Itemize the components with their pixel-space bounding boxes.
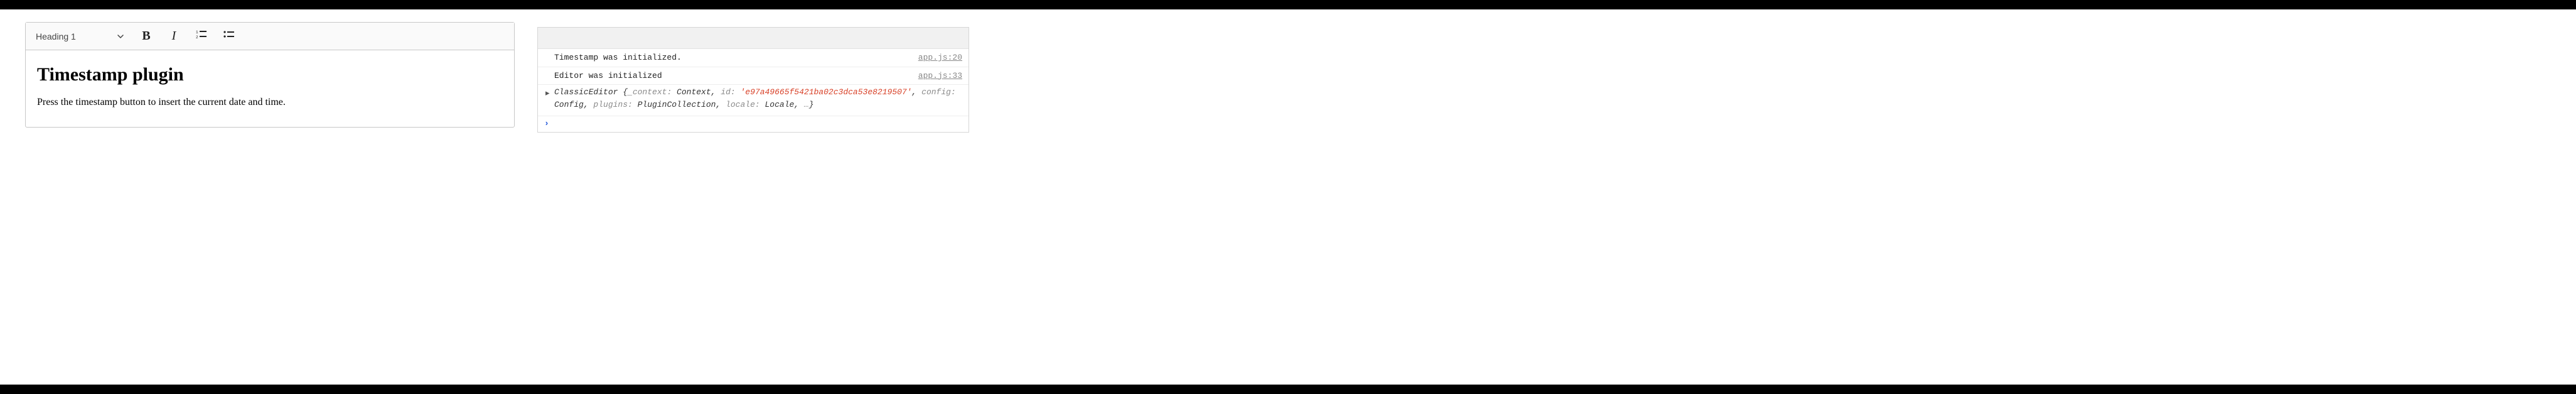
object-ellipsis: … [799, 100, 809, 109]
console-log-row: Timestamp was initialized. app.js:20 [538, 49, 969, 67]
brace-close: } [809, 100, 814, 109]
brace-open: { [618, 87, 628, 97]
object-key: _context: [628, 87, 672, 97]
bulleted-list-button[interactable] [218, 26, 240, 47]
editor-toolbar: Heading 1 B I 1 2 [26, 23, 514, 50]
object-value: Config [554, 100, 584, 109]
editor-panel: Heading 1 B I 1 2 [25, 22, 515, 128]
numbered-list-button[interactable]: 1 2 [190, 26, 213, 47]
canvas: Heading 1 B I 1 2 [0, 9, 2576, 385]
object-value: PluginCollection [633, 100, 716, 109]
console-header [538, 28, 969, 49]
object-class-name: ClassicEditor [554, 87, 618, 97]
object-string-value: 'e97a49665f5421ba02c3dca53e8219507' [736, 87, 912, 97]
heading-dropdown-label: Heading 1 [36, 31, 76, 41]
bulleted-list-icon [223, 29, 235, 43]
object-value: Locale [760, 100, 795, 109]
bold-button[interactable]: B [135, 26, 158, 47]
console-message: Editor was initialized [554, 70, 907, 82]
bold-icon: B [142, 29, 150, 43]
italic-button[interactable]: I [163, 26, 185, 47]
content-heading: Timestamp plugin [37, 64, 503, 85]
editor-content[interactable]: Timestamp plugin Press the timestamp but… [26, 50, 514, 127]
devtools-console: Timestamp was initialized. app.js:20 Edi… [537, 27, 969, 133]
prompt-chevron-icon: › [544, 119, 549, 128]
console-object-dump[interactable]: ClassicEditor {_context: Context, id: 'e… [554, 86, 962, 111]
console-source-link[interactable]: app.js:20 [918, 52, 962, 64]
object-key: plugins: [593, 100, 632, 109]
italic-icon: I [172, 29, 176, 43]
object-key: id: [721, 87, 735, 97]
console-prompt[interactable]: › [538, 116, 969, 132]
content-paragraph: Press the timestamp button to insert the… [37, 97, 503, 108]
object-key: locale: [726, 100, 760, 109]
console-source-link[interactable]: app.js:33 [918, 70, 962, 82]
heading-dropdown[interactable]: Heading 1 [30, 26, 130, 47]
chevron-down-icon [117, 33, 124, 40]
object-key: config: [921, 87, 956, 97]
object-value: Context [672, 87, 711, 97]
numbered-list-icon: 1 2 [195, 29, 208, 43]
console-log-row: Editor was initialized app.js:33 [538, 67, 969, 85]
svg-text:1: 1 [196, 30, 198, 35]
console-message: Timestamp was initialized. [554, 52, 907, 64]
svg-text:2: 2 [196, 35, 198, 40]
disclosure-triangle-icon[interactable]: ▸ [545, 87, 554, 100]
console-object-row: ▸ ClassicEditor {_context: Context, id: … [538, 85, 969, 116]
